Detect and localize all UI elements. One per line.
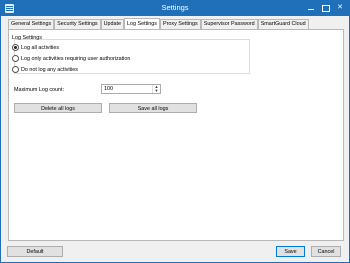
radio-button[interactable] (12, 55, 19, 62)
radio-label-log-authorization: Log only activities requiring user autho… (21, 55, 131, 62)
maximize-button[interactable] (317, 2, 333, 14)
radio-button[interactable] (12, 66, 19, 73)
radio-label-log-all: Log all activities (21, 44, 60, 51)
tab-general-settings[interactable]: General Settings (8, 19, 55, 29)
maximize-icon (322, 5, 330, 12)
radio-log-authorization[interactable]: Log only activities requiring user autho… (12, 55, 130, 62)
dialog-footer: Default Save Cancel (1, 241, 349, 262)
minimize-icon (308, 9, 314, 10)
tab-proxy-settings[interactable]: Proxy Settings (159, 19, 201, 29)
spinner-arrows[interactable]: ▲ ▼ (152, 85, 160, 93)
radio-button-checked[interactable] (12, 44, 19, 51)
save-button[interactable]: Save (276, 246, 305, 257)
spin-down-icon[interactable]: ▼ (153, 89, 160, 93)
log-settings-panel: Log Settings Log all activities Log only… (8, 29, 344, 241)
close-button[interactable]: ✕ (332, 2, 348, 14)
tab-supervisor-password[interactable]: Supervisor Password (200, 19, 258, 29)
tab-smartguard-cloud[interactable]: SmartGuard Cloud (257, 19, 309, 29)
max-log-count-input[interactable] (102, 85, 154, 93)
delete-all-logs-button[interactable]: Delete all logs (14, 103, 102, 113)
title-bar[interactable]: Settings ✕ (1, 1, 349, 16)
radio-label-log-none: Do not log any activities (21, 66, 78, 73)
tab-update[interactable]: Update (100, 19, 124, 29)
close-icon: ✕ (337, 4, 343, 11)
max-log-count-spinner[interactable]: ▲ ▼ (101, 84, 161, 94)
radio-log-all[interactable]: Log all activities (12, 44, 59, 51)
tab-security-settings[interactable]: Security Settings (54, 19, 101, 29)
settings-window: Settings ✕ General Settings Security Set… (0, 0, 350, 263)
default-button[interactable]: Default (7, 246, 63, 257)
save-all-logs-button[interactable]: Save all logs (109, 103, 197, 113)
log-settings-group-title: Log Settings (12, 35, 42, 41)
max-log-count-label: Maximum Log count: (14, 87, 65, 93)
settings-tabs: General Settings Security Settings Updat… (8, 18, 309, 29)
radio-log-none[interactable]: Do not log any activities (12, 66, 78, 73)
cancel-button[interactable]: Cancel (311, 246, 341, 257)
window-title: Settings (161, 3, 189, 12)
tab-log-settings[interactable]: Log Settings (124, 18, 160, 29)
